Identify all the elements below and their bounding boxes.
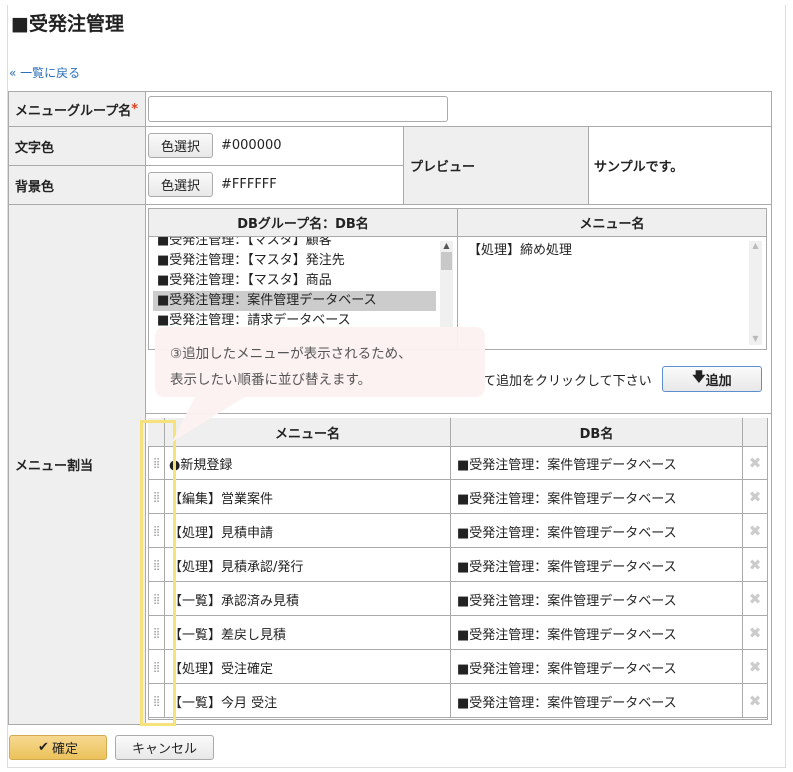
- menu-assign-label: メニュー割当: [8, 204, 146, 725]
- menu-header: メニュー名: [457, 208, 767, 237]
- assigned-row[interactable]: ⣿ 【一覧】承認済み見積 ■受発注管理：案件管理データベース ✖: [148, 582, 767, 616]
- required-mark: *: [131, 101, 139, 117]
- group-name-input[interactable]: [148, 96, 448, 122]
- text-color-label: 文字色: [8, 126, 146, 166]
- delete-icon[interactable]: ✖: [743, 548, 767, 582]
- check-circle-icon: ✔: [38, 740, 49, 755]
- back-to-list-link[interactable]: « 一覧に戻る: [9, 64, 80, 81]
- callout-line2: 表示したい順番に並び替えます。: [170, 372, 372, 388]
- assigned-db-name: ■受発注管理：案件管理データベース: [451, 480, 743, 514]
- assigned-menu-name: ●新規登録: [165, 446, 451, 480]
- delete-icon[interactable]: ✖: [743, 514, 767, 548]
- text-color-select-button[interactable]: 色選択: [148, 133, 213, 158]
- add-instruction: て追加をクリックして下さい: [483, 374, 652, 389]
- bg-color-label: 背景色: [8, 165, 146, 205]
- page-title: ■受発注管理: [11, 13, 124, 35]
- assigned-menu-name: 【処理】見積申請: [165, 514, 451, 548]
- assigned-db-name: ■受発注管理：案件管理データベース: [451, 582, 743, 616]
- preview-label: プレビュー: [403, 126, 589, 205]
- menu-list-scrollbar[interactable]: ▲ ▼: [749, 241, 762, 345]
- arrow-down-icon: 🡇: [692, 370, 706, 385]
- assigned-menu-name: 【一覧】承認済み見積: [165, 582, 451, 616]
- add-button[interactable]: 🡇 追加: [662, 366, 762, 392]
- assigned-db-name: ■受発注管理：案件管理データベース: [451, 446, 743, 480]
- menu-list[interactable]: 【処理】締め処理 ▲ ▼: [457, 236, 767, 350]
- assigned-row[interactable]: ⣿ 【一覧】差戻し見積 ■受発注管理：案件管理データベース ✖: [148, 616, 767, 650]
- cancel-button[interactable]: キャンセル: [115, 735, 214, 760]
- assigned-menu-name: 【処理】受注確定: [165, 650, 451, 684]
- assigned-menu-name: 【一覧】差戻し見積: [165, 616, 451, 650]
- assigned-db-header: DB名: [451, 418, 743, 446]
- assigned-db-name: ■受発注管理：案件管理データベース: [451, 548, 743, 582]
- delete-icon[interactable]: ✖: [743, 480, 767, 514]
- delete-icon[interactable]: ✖: [743, 582, 767, 616]
- add-button-label: 追加: [705, 373, 732, 389]
- menu-list-item[interactable]: 【処理】締め処理: [464, 241, 766, 261]
- assigned-row[interactable]: ⣿ 【編集】営業案件 ■受発注管理：案件管理データベース ✖: [148, 480, 767, 514]
- preview-sample: サンプルです。: [588, 126, 772, 205]
- assigned-row[interactable]: ⣿ 【処理】受注確定 ■受発注管理：案件管理データベース ✖: [148, 650, 767, 684]
- assigned-db-name: ■受発注管理：案件管理データベース: [451, 684, 743, 718]
- assigned-row[interactable]: ⣿ 【一覧】今月 受注 ■受発注管理：案件管理データベース ✖: [148, 684, 767, 718]
- delete-icon[interactable]: ✖: [743, 684, 767, 718]
- assigned-db-name: ■受発注管理：案件管理データベース: [451, 650, 743, 684]
- db-header: DBグループ名：DB名: [148, 208, 458, 237]
- db-list-item[interactable]: ■受発注管理：【マスタ】発注先: [153, 251, 436, 271]
- delete-icon[interactable]: ✖: [743, 616, 767, 650]
- callout-text: ③追加したメニューが表示されるため、 表示したい順番に並び替えます。: [170, 341, 412, 393]
- group-name-label-text: メニューグループ名: [15, 103, 132, 119]
- assigned-row[interactable]: ⣿ 【処理】見積承認/発行 ■受発注管理：案件管理データベース ✖: [148, 548, 767, 582]
- db-list-item-selected[interactable]: ■受発注管理：案件管理データベース: [153, 291, 436, 311]
- text-color-value: #000000: [221, 138, 282, 153]
- assigned-menu-name: 【一覧】今月 受注: [165, 684, 451, 718]
- assigned-menu-name: 【処理】見積承認/発行: [165, 548, 451, 582]
- bg-color-select-button[interactable]: 色選択: [148, 172, 213, 197]
- group-name-label: メニューグループ名 *: [8, 91, 146, 127]
- assigned-row[interactable]: ⣿ 【処理】見積申請 ■受発注管理：案件管理データベース ✖: [148, 514, 767, 548]
- bg-color-value: #FFFFFF: [221, 177, 277, 192]
- confirm-button[interactable]: ✔ 確定: [9, 735, 107, 760]
- assigned-row[interactable]: ⣿ ●新規登録 ■受発注管理：案件管理データベース ✖: [148, 446, 767, 480]
- assigned-menu-name: 【編集】営業案件: [165, 480, 451, 514]
- callout-line1: ③追加したメニューが表示されるため、: [170, 346, 412, 362]
- assigned-db-name: ■受発注管理：案件管理データベース: [451, 514, 743, 548]
- db-list-item[interactable]: ■受発注管理：【マスタ】顧客: [153, 237, 436, 251]
- db-list-item[interactable]: ■受発注管理：【マスタ】商品: [153, 271, 436, 291]
- delete-icon[interactable]: ✖: [743, 446, 767, 480]
- confirm-label: 確定: [51, 742, 78, 757]
- drag-column-highlight: [140, 420, 176, 726]
- delete-icon[interactable]: ✖: [743, 650, 767, 684]
- assigned-db-name: ■受発注管理：案件管理データベース: [451, 616, 743, 650]
